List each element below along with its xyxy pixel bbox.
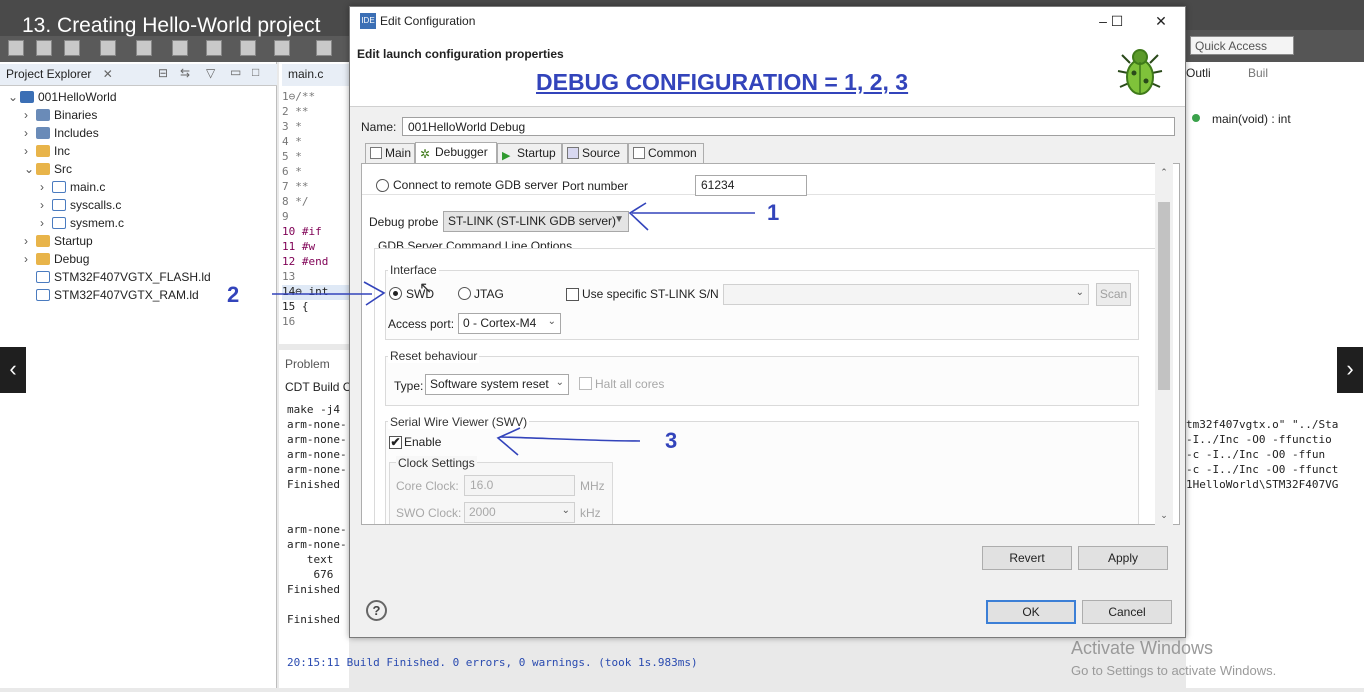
- arrow-three-head: [496, 427, 521, 456]
- annotation-1: 1: [767, 200, 780, 225]
- arrow-three: [499, 436, 641, 442]
- annotation-arrows: [272, 202, 755, 456]
- arrow-one-head: [628, 202, 649, 231]
- annotation-2: 2: [227, 282, 240, 307]
- annotation-3: 3: [665, 428, 678, 453]
